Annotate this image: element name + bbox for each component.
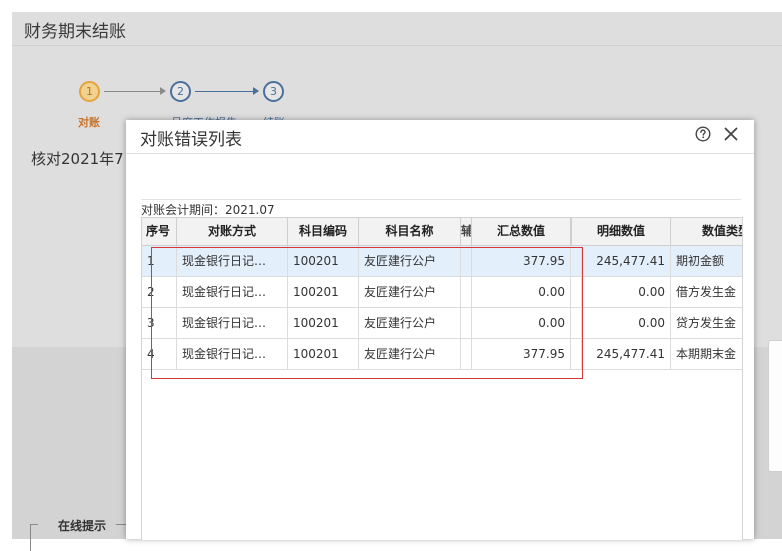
col-header-seq[interactable]: 序号 bbox=[142, 218, 177, 245]
online-tip-label: 在线提示 bbox=[58, 519, 107, 533]
cell-sum: 0.00 bbox=[472, 308, 571, 338]
close-icon[interactable] bbox=[723, 126, 739, 142]
cell-detail: 245,477.41 bbox=[572, 246, 671, 276]
dialog-header: 对账错误列表 bbox=[126, 120, 754, 154]
table-row[interactable]: 1 现金银行日记… 100201 友匠建行公户 377.95 245,477.4… bbox=[142, 246, 742, 277]
tip-border bbox=[116, 524, 126, 525]
cell-code: 100201 bbox=[288, 308, 359, 338]
cell-detail: 0.00 bbox=[572, 308, 671, 338]
cell-type: 借方发生金 bbox=[671, 277, 742, 307]
cell-name: 友匠建行公户 bbox=[359, 277, 461, 307]
col-header-detail[interactable]: 明细数值 bbox=[572, 218, 671, 245]
side-panel-tab[interactable] bbox=[768, 340, 782, 472]
arrow-right-icon bbox=[160, 87, 166, 95]
cell-code: 100201 bbox=[288, 339, 359, 369]
step-1-circle[interactable]: 1 bbox=[79, 81, 100, 102]
cell-code: 100201 bbox=[288, 277, 359, 307]
col-header-code[interactable]: 科目编码 bbox=[288, 218, 359, 245]
table-row[interactable]: 3 现金银行日记… 100201 友匠建行公户 0.00 0.00 贷方发生金 bbox=[142, 308, 742, 339]
tip-border bbox=[30, 524, 31, 551]
cell-seq: 3 bbox=[142, 308, 177, 338]
cell-type: 期初金额 bbox=[671, 246, 742, 276]
cell-seq: 4 bbox=[142, 339, 177, 369]
col-header-method[interactable]: 对账方式 bbox=[177, 218, 288, 245]
step-2-circle[interactable]: 2 bbox=[170, 81, 191, 102]
reconcile-description: 核对2021年7 bbox=[31, 150, 124, 168]
cell-sum: 377.95 bbox=[472, 339, 571, 369]
col-header-sum[interactable]: 汇总数值 bbox=[472, 218, 571, 245]
cell-aux bbox=[461, 246, 472, 276]
toolbar-divider bbox=[141, 199, 741, 200]
arrow-right-icon bbox=[253, 87, 259, 95]
step-3-circle[interactable]: 3 bbox=[263, 81, 284, 102]
cell-type: 本期期末金 bbox=[671, 339, 742, 369]
cell-detail: 245,477.41 bbox=[572, 339, 671, 369]
table-row[interactable]: 2 现金银行日记… 100201 友匠建行公户 0.00 0.00 借方发生金 bbox=[142, 277, 742, 308]
cell-method: 现金银行日记… bbox=[177, 277, 288, 307]
window-title: 财务期末结账 bbox=[24, 22, 126, 42]
cell-detail: 0.00 bbox=[572, 277, 671, 307]
cell-sum: 0.00 bbox=[472, 277, 571, 307]
tip-border bbox=[30, 524, 38, 525]
step-connector bbox=[104, 91, 160, 92]
cell-name: 友匠建行公户 bbox=[359, 339, 461, 369]
table-row[interactable]: 4 现金银行日记… 100201 友匠建行公户 377.95 245,477.4… bbox=[142, 339, 742, 370]
cell-type: 贷方发生金 bbox=[671, 308, 742, 338]
cell-aux bbox=[461, 277, 472, 307]
col-header-name[interactable]: 科目名称 bbox=[359, 218, 461, 245]
cell-name: 友匠建行公户 bbox=[359, 246, 461, 276]
reconcile-error-dialog: 对账错误列表 对账会计期间：2021.07 序号 对账方式 科目编码 科目名称 … bbox=[126, 120, 754, 540]
cell-code: 100201 bbox=[288, 246, 359, 276]
step-1-label[interactable]: 对账 bbox=[78, 114, 100, 130]
cell-method: 现金银行日记… bbox=[177, 308, 288, 338]
accounting-period: 对账会计期间：2021.07 bbox=[141, 203, 275, 217]
col-header-aux[interactable]: 辅 bbox=[461, 218, 472, 245]
cell-method: 现金银行日记… bbox=[177, 246, 288, 276]
cell-sum: 377.95 bbox=[472, 246, 571, 276]
cell-aux bbox=[461, 308, 472, 338]
table-header: 序号 对账方式 科目编码 科目名称 辅 汇总数值 明细数值 数值类型 bbox=[142, 218, 742, 246]
dialog-title: 对账错误列表 bbox=[140, 130, 242, 150]
cell-aux bbox=[461, 339, 472, 369]
col-header-type[interactable]: 数值类型 bbox=[671, 218, 742, 245]
cell-method: 现金银行日记… bbox=[177, 339, 288, 369]
cell-seq: 2 bbox=[142, 277, 177, 307]
background-titlebar: 财务期末结账 bbox=[12, 12, 782, 46]
help-icon[interactable] bbox=[695, 126, 711, 142]
cell-name: 友匠建行公户 bbox=[359, 308, 461, 338]
error-table[interactable]: 序号 对账方式 科目编码 科目名称 辅 汇总数值 明细数值 数值类型 1 现金银… bbox=[141, 217, 743, 540]
step-connector bbox=[195, 91, 253, 92]
cell-seq: 1 bbox=[142, 246, 177, 276]
